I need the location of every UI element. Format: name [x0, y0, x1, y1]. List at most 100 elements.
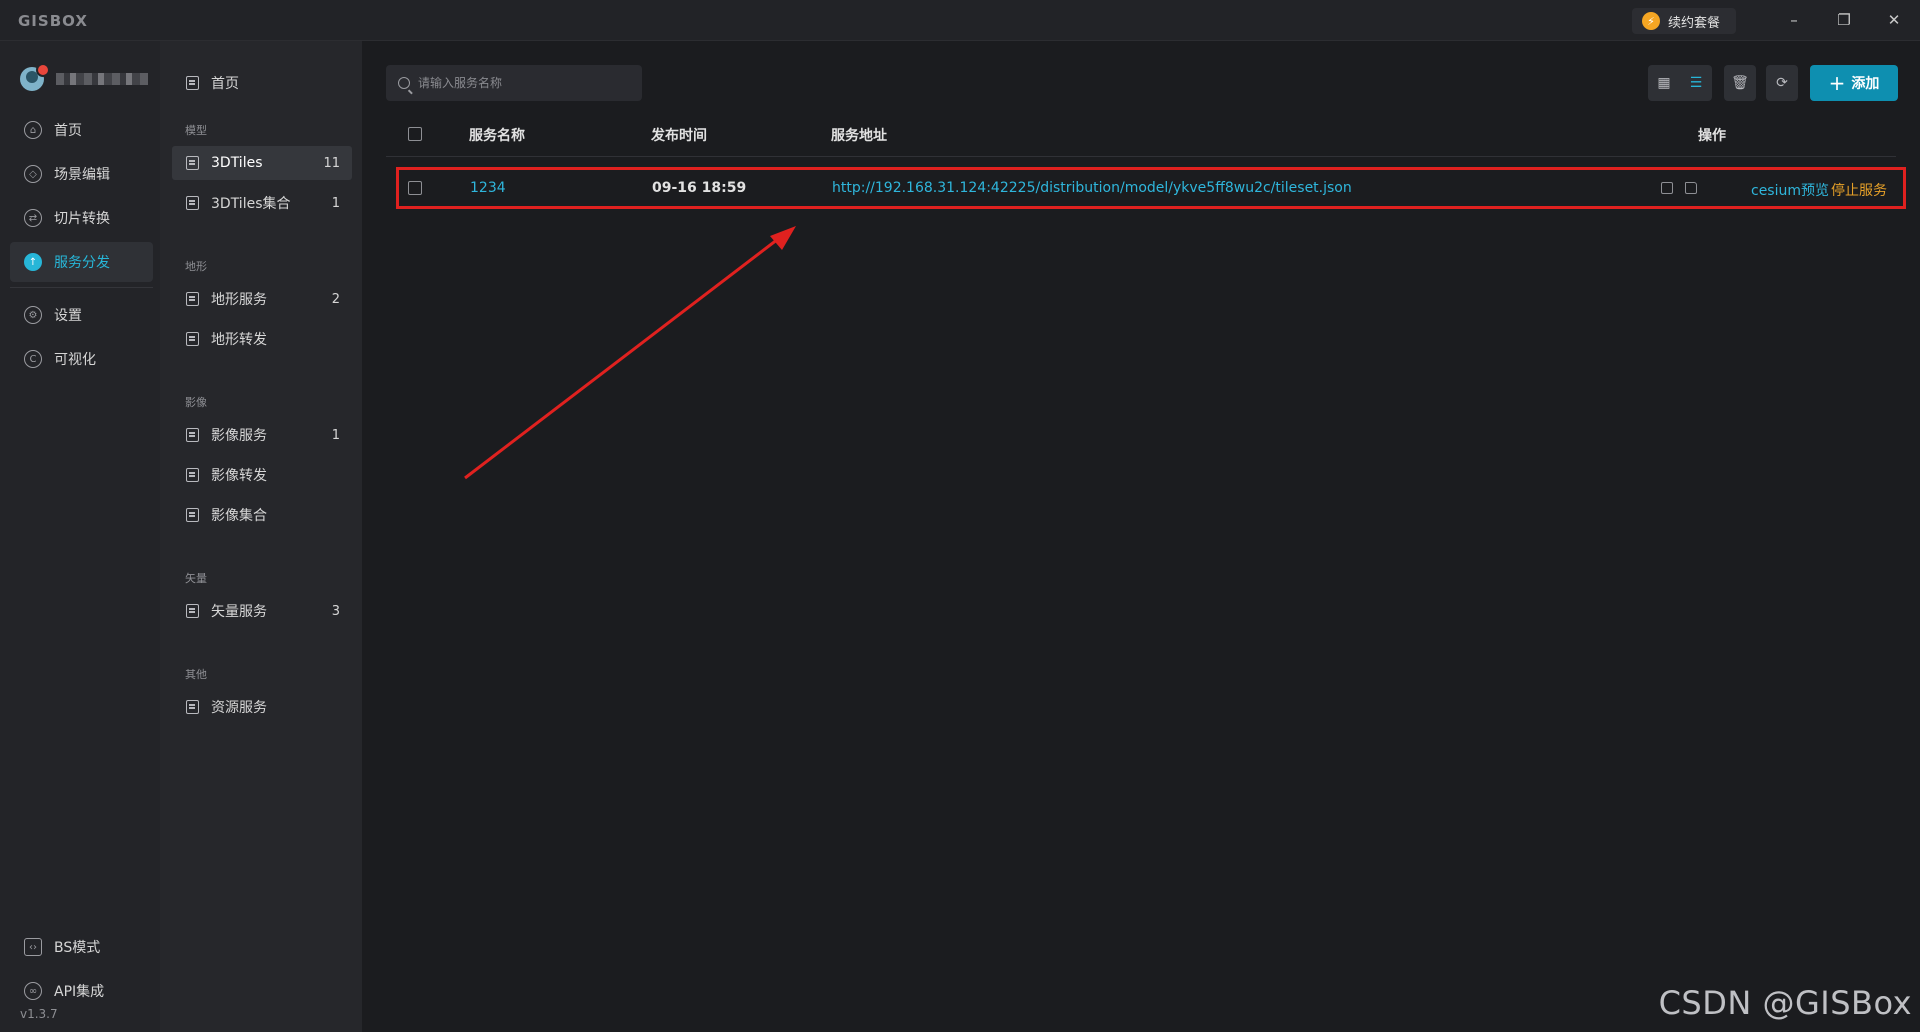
refresh-icon: ⟳ [1776, 75, 1788, 91]
folder-icon[interactable] [1685, 182, 1697, 194]
search-icon [398, 77, 410, 89]
group-title-imagery: 影像 [185, 396, 207, 409]
copy-icon[interactable] [1661, 182, 1673, 194]
category-label: 影像转发 [211, 468, 267, 484]
renew-package-button[interactable]: ⚡ 续约套餐 [1632, 8, 1736, 34]
restore-icon[interactable]: ❐ [1834, 10, 1854, 30]
category-imagery-forward[interactable]: 影像转发 [172, 458, 352, 492]
watermark: CSDN @GISBox [1658, 984, 1912, 1022]
refresh-button[interactable]: ⟳ [1766, 65, 1798, 101]
category-count: 3 [331, 603, 340, 619]
add-button[interactable]: + 添加 [1810, 65, 1898, 101]
category-vector-service[interactable]: 矢量服务 3 [172, 594, 352, 628]
column-header-time: 发布时间 [651, 128, 707, 144]
nav-item-bs-mode[interactable]: ‹› BS模式 [10, 927, 153, 967]
code-icon: ‹› [24, 938, 42, 956]
file-icon [186, 196, 199, 210]
main-sidebar: ⌂ 首页 ◇ 场景编辑 ⇄ 切片转换 ↑ 服务分发 ⚙ 设置 C 可视化 ‹› … [0, 41, 160, 1032]
category-imagery-collection[interactable]: 影像集合 [172, 498, 352, 532]
nav-item-settings[interactable]: ⚙ 设置 [10, 295, 153, 335]
nav-item-label: 切片转换 [54, 211, 110, 227]
category-terrain-service[interactable]: 地形服务 2 [172, 282, 352, 316]
image-collection-icon [186, 508, 199, 522]
category-label: 3DTiles集合 [211, 196, 291, 212]
user-profile[interactable] [20, 63, 150, 93]
group-title-other: 其他 [185, 668, 207, 681]
file-icon [186, 156, 199, 170]
main-content: ▦ ☰ 🗑 ⟳ + 添加 服务名称 发布时间 服务地址 操作 1234 09-1… [362, 41, 1920, 1032]
app-version: v1.3.7 [20, 1007, 58, 1021]
plus-icon: + [1828, 71, 1846, 95]
publish-time: 09-16 18:59 [652, 180, 747, 196]
category-label: 地形转发 [211, 332, 267, 348]
service-url-link[interactable]: http://192.168.31.124:42225/distribution… [832, 180, 1352, 196]
resource-icon [186, 700, 199, 714]
search-box[interactable] [386, 65, 642, 101]
close-icon[interactable]: ✕ [1884, 10, 1904, 30]
delete-button[interactable]: 🗑 [1724, 65, 1756, 101]
service-name-link[interactable]: 1234 [470, 180, 506, 196]
title-bar: GISBOX ⚡ 续约套餐 – ❐ ✕ [0, 0, 1920, 41]
upload-icon: ↑ [24, 253, 42, 271]
category-3dtiles[interactable]: 3DTiles 11 [172, 146, 352, 180]
table-row[interactable]: 1234 09-16 18:59 http://192.168.31.124:4… [396, 167, 1906, 209]
stop-service-link[interactable]: 停止服务 [1831, 180, 1887, 200]
category-label: 地形服务 [211, 292, 267, 308]
nav-item-tile-convert[interactable]: ⇄ 切片转换 [10, 198, 153, 238]
category-imagery-service[interactable]: 影像服务 1 [172, 418, 352, 452]
nav-item-home[interactable]: ⌂ 首页 [10, 110, 153, 150]
list-view-icon[interactable]: ☰ [1680, 65, 1712, 101]
add-label: 添加 [1851, 76, 1880, 92]
convert-icon: ⇄ [24, 209, 42, 227]
category-label: 影像服务 [211, 428, 267, 444]
select-all-checkbox[interactable] [408, 127, 422, 141]
app-logo: GISBOX [18, 12, 88, 30]
nav-item-api-integration[interactable]: ∞ API集成 [10, 971, 153, 1011]
category-terrain-forward[interactable]: 地形转发 [172, 322, 352, 356]
notification-badge [36, 63, 50, 77]
nav-item-label: BS模式 [54, 940, 101, 956]
terrain-icon [186, 292, 199, 306]
category-label: 影像集合 [211, 508, 267, 524]
image-icon [186, 428, 199, 442]
group-title-model: 模型 [185, 124, 207, 137]
search-input[interactable] [418, 76, 618, 90]
column-header-url: 服务地址 [831, 128, 887, 144]
nav-item-label: 首页 [54, 123, 82, 139]
renew-label: 续约套餐 [1668, 15, 1721, 31]
grid-view-icon[interactable]: ▦ [1648, 65, 1680, 101]
nav-item-service-distribution[interactable]: ↑ 服务分发 [10, 242, 153, 282]
link-icon: ∞ [24, 982, 42, 1000]
cesium-preview-link[interactable]: cesium预览 [1751, 180, 1829, 200]
nav-item-visualization[interactable]: C 可视化 [10, 339, 153, 379]
category-resource-service[interactable]: 资源服务 [172, 690, 352, 724]
image-forward-icon [186, 468, 199, 482]
category-label: 矢量服务 [211, 604, 267, 620]
row-checkbox[interactable] [408, 181, 422, 195]
category-panel: 首页 模型 3DTiles 11 3DTiles集合 1 地形 地形服务 2 地… [160, 41, 362, 1032]
column-header-name: 服务名称 [469, 128, 525, 144]
nav-item-label: 服务分发 [54, 255, 110, 271]
terrain-forward-icon [186, 332, 199, 346]
username-blurred [56, 73, 148, 85]
nav-item-label: 可视化 [54, 352, 96, 368]
home-icon [186, 76, 199, 90]
cube-icon: ◇ [24, 165, 42, 183]
minimize-icon[interactable]: – [1784, 10, 1804, 30]
home-icon: ⌂ [24, 121, 42, 139]
category-home[interactable]: 首页 [172, 66, 352, 100]
gear-icon: ⚙ [24, 306, 42, 324]
group-title-terrain: 地形 [185, 260, 207, 273]
group-title-vector: 矢量 [185, 572, 207, 585]
nav-item-scene-edit[interactable]: ◇ 场景编辑 [10, 154, 153, 194]
visual-icon: C [24, 350, 42, 368]
lightning-icon: ⚡ [1642, 12, 1660, 30]
column-header-ops: 操作 [1698, 128, 1726, 144]
view-toggle-group: ▦ ☰ [1648, 65, 1712, 101]
app-window: GISBOX ⚡ 续约套餐 – ❐ ✕ ⌂ 首页 ◇ 场景编辑 ⇄ 切片转换 ↑ [0, 0, 1920, 1032]
nav-item-label: API集成 [54, 984, 105, 1000]
category-label: 资源服务 [211, 700, 267, 716]
category-label: 首页 [211, 76, 239, 92]
trash-icon: 🗑 [1731, 75, 1749, 91]
category-3dtiles-collection[interactable]: 3DTiles集合 1 [172, 186, 352, 220]
